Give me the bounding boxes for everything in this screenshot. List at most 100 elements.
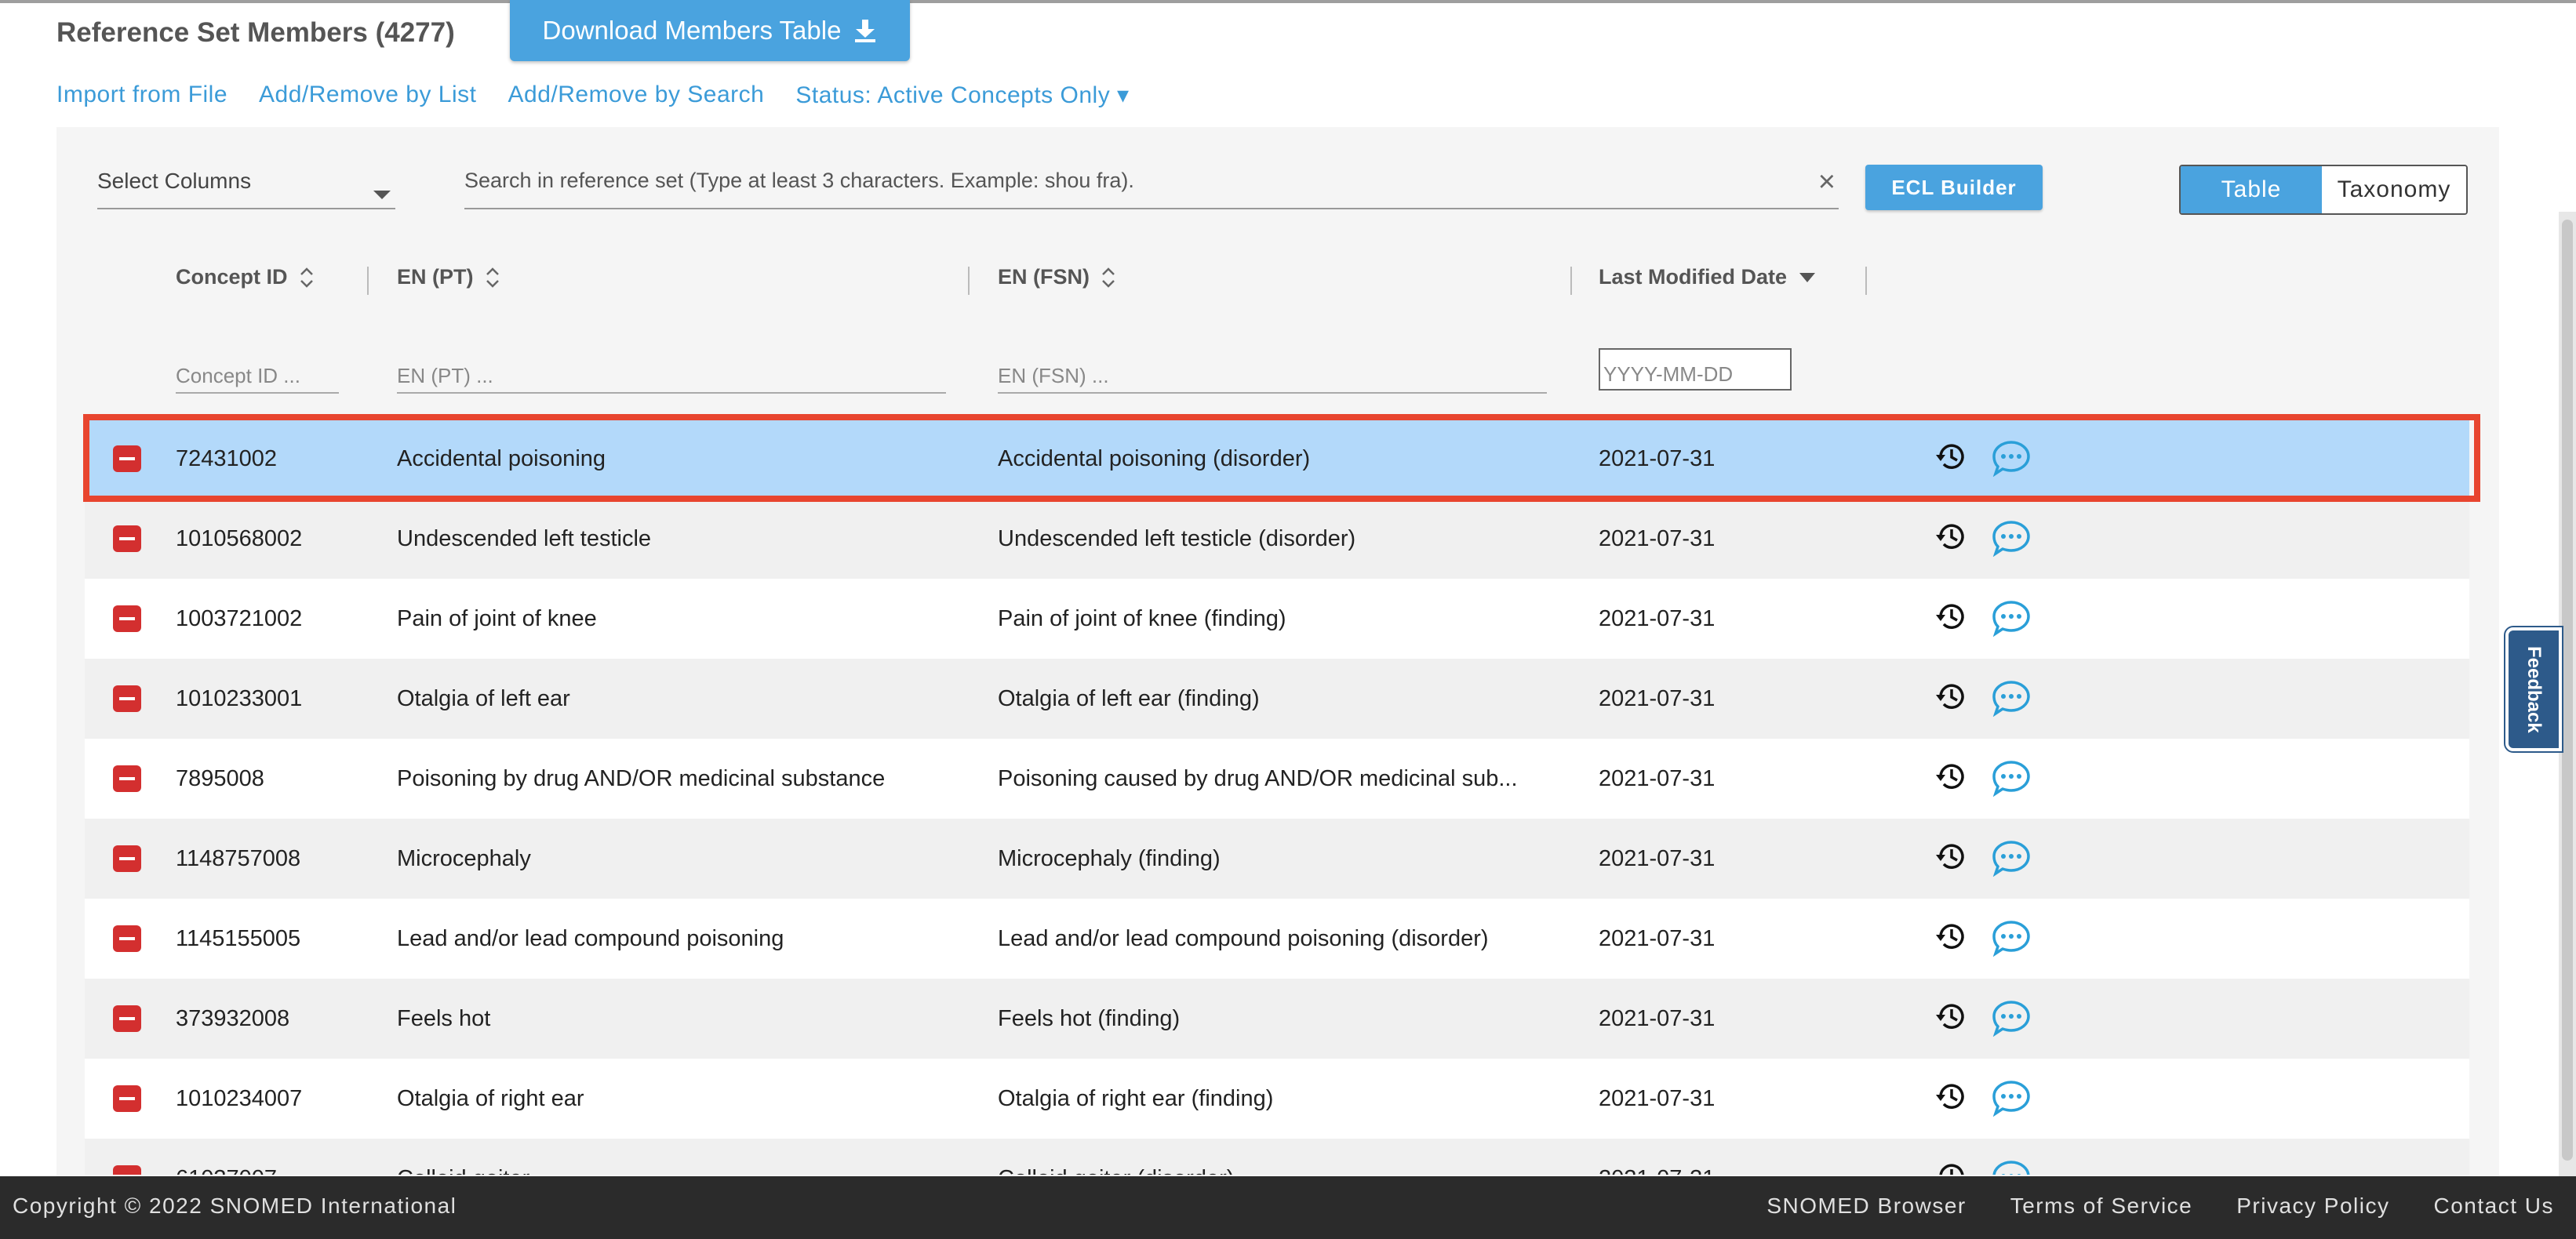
table-row[interactable]: 1010568002 Undescended left testicle Undes… <box>85 499 2469 580</box>
history-icon[interactable] <box>1934 1159 1969 1175</box>
last-modified-cell: 2021-07-31 <box>1599 925 1716 951</box>
comment-icon[interactable] <box>1991 1159 2032 1175</box>
refset-search-input[interactable]: Search in reference set (Type at least 3… <box>464 165 1839 209</box>
concept-id-cell[interactable]: 1010568002 <box>176 499 387 579</box>
snomed-browser-link[interactable]: SNOMED Browser <box>1766 1194 1966 1219</box>
column-header-concept-id[interactable]: Concept ID <box>176 265 315 289</box>
remove-icon[interactable] <box>113 1085 141 1112</box>
download-icon <box>855 20 876 42</box>
en-fsn-cell: Otalgia of right ear (finding) <box>998 1085 1274 1111</box>
last-modified-cell: 2021-07-31 <box>1599 1085 1716 1111</box>
table-row[interactable]: 1010233001 Otalgia of left ear Otalgia of … <box>85 659 2469 740</box>
en-fsn-filter-input[interactable]: EN (FSN) ... <box>998 364 1547 394</box>
filter-placeholder: EN (FSN) ... <box>998 364 1109 387</box>
en-pt-filter-input[interactable]: EN (PT) ... <box>397 364 946 394</box>
select-columns-label: Select Columns <box>97 169 252 193</box>
concept-id-cell[interactable]: 61037007 <box>176 1139 387 1175</box>
view-table-button[interactable]: Table <box>2181 166 2322 213</box>
column-divider[interactable] <box>1865 267 1867 295</box>
ecl-builder-button[interactable]: ECL Builder <box>1865 165 2043 210</box>
concept-id-cell[interactable]: 1010234007 <box>176 1059 387 1139</box>
concept-id-cell[interactable]: 7895008 <box>176 739 387 819</box>
table-row[interactable]: 1010234007 Otalgia of right ear Otalgia of… <box>85 1059 2469 1140</box>
search-placeholder: Search in reference set (Type at least 3… <box>464 169 1134 192</box>
remove-icon[interactable] <box>113 925 141 952</box>
filter-row: Concept ID ... EN (PT) ... EN (FSN) ... … <box>85 318 2469 419</box>
comment-icon[interactable] <box>1991 919 2032 963</box>
page-title: Reference Set Members (4277) <box>56 17 455 48</box>
table-header: Concept ID EN (PT) EN (FSN) Last Modifie… <box>85 242 2469 319</box>
column-header-en-pt[interactable]: EN (PT) <box>397 265 500 289</box>
view-toggle: Table Taxonomy <box>2179 165 2468 215</box>
concept-id-cell[interactable]: 1003721002 <box>176 579 387 659</box>
table-row[interactable]: 61037007 Colloid goiter Colloid goiter (di… <box>85 1139 2469 1175</box>
table-row[interactable]: 373932008 Feels hot Feels hot (finding) 202… <box>85 979 2469 1060</box>
remove-icon[interactable] <box>113 445 141 472</box>
add-remove-by-list-link[interactable]: Add/Remove by List <box>259 82 476 109</box>
status-filter-dropdown[interactable]: Status: Active Concepts Only ▾ <box>795 82 1129 109</box>
en-fsn-cell: Colloid goiter (disorder) <box>998 1139 1547 1175</box>
column-header-last-modified[interactable]: Last Modified Date <box>1599 265 1817 289</box>
comment-icon[interactable] <box>1991 999 2032 1043</box>
column-label: Concept ID <box>176 265 288 289</box>
history-icon[interactable] <box>1934 679 1969 720</box>
last-modified-cell: 2021-07-31 <box>1599 685 1716 711</box>
remove-icon[interactable] <box>113 525 141 552</box>
table-row[interactable]: 1145155005 Lead and/or lead compound pois… <box>85 899 2469 980</box>
history-icon[interactable] <box>1934 759 1969 800</box>
table-row[interactable]: 1003721002 Pain of joint of knee Pain of j… <box>85 579 2469 660</box>
remove-icon[interactable] <box>113 1005 141 1032</box>
sort-icon <box>486 267 499 288</box>
table-row[interactable]: 72431002 Accidental poisoning Accidental p… <box>85 419 2469 500</box>
history-icon[interactable] <box>1934 599 1969 640</box>
table-row[interactable]: 7895008 Poisoning by drug AND/OR medicina… <box>85 739 2469 820</box>
comment-icon[interactable] <box>1991 1079 2032 1123</box>
download-members-button[interactable]: Download Members Table <box>510 0 910 61</box>
terms-of-service-link[interactable]: Terms of Service <box>2010 1194 2193 1219</box>
comment-icon[interactable] <box>1991 679 2032 723</box>
view-taxonomy-button[interactable]: Taxonomy <box>2322 166 2466 213</box>
concept-id-cell[interactable]: 1145155005 <box>176 899 387 979</box>
privacy-policy-link[interactable]: Privacy Policy <box>2236 1194 2389 1219</box>
feedback-tab[interactable]: Feedback <box>2504 626 2563 753</box>
column-divider[interactable] <box>1570 267 1572 295</box>
remove-icon[interactable] <box>113 765 141 792</box>
column-divider[interactable] <box>367 267 369 295</box>
comment-icon[interactable] <box>1991 599 2032 643</box>
date-filter-input[interactable]: YYYY-MM-DD <box>1599 348 1792 391</box>
comment-icon[interactable] <box>1991 839 2032 883</box>
concept-id-filter-input[interactable]: Concept ID ... <box>176 364 339 394</box>
concept-id-cell[interactable]: 373932008 <box>176 979 387 1059</box>
comment-icon[interactable] <box>1991 759 2032 803</box>
history-icon[interactable] <box>1934 439 1969 480</box>
clear-icon[interactable]: × <box>1818 165 1836 199</box>
remove-icon[interactable] <box>113 1165 141 1175</box>
history-icon[interactable] <box>1934 919 1969 960</box>
comment-icon[interactable] <box>1991 439 2032 483</box>
column-header-en-fsn[interactable]: EN (FSN) <box>998 265 1116 289</box>
en-pt-cell: Poisoning by drug AND/OR medicinal subst… <box>397 765 886 791</box>
footer: Copyright © 2022 SNOMED International SN… <box>0 1176 2576 1239</box>
remove-icon[interactable] <box>113 845 141 872</box>
contact-us-link[interactable]: Contact Us <box>2434 1194 2555 1219</box>
concept-id-cell[interactable]: 72431002 <box>176 419 387 499</box>
table-row[interactable]: 1148757008 Microcephaly Microcephaly (find… <box>85 819 2469 900</box>
import-from-file-link[interactable]: Import from File <box>56 82 227 109</box>
remove-icon[interactable] <box>113 605 141 632</box>
en-pt-cell: Otalgia of right ear <box>397 1085 584 1111</box>
history-icon[interactable] <box>1934 519 1969 560</box>
add-remove-by-search-link[interactable]: Add/Remove by Search <box>508 82 765 109</box>
en-fsn-cell: Otalgia of left ear (finding) <box>998 685 1260 711</box>
concept-id-cell[interactable]: 1010233001 <box>176 659 387 739</box>
comment-icon[interactable] <box>1991 519 2032 563</box>
column-divider[interactable] <box>968 267 970 295</box>
scrollbar-thumb[interactable] <box>2562 220 2573 1161</box>
select-columns-dropdown[interactable]: Select Columns <box>97 169 395 209</box>
en-pt-cell: Colloid goiter <box>397 1139 977 1175</box>
history-icon[interactable] <box>1934 839 1969 880</box>
remove-icon[interactable] <box>113 685 141 712</box>
concept-id-cell[interactable]: 1148757008 <box>176 819 387 899</box>
filter-placeholder: YYYY-MM-DD <box>1603 362 1734 386</box>
history-icon[interactable] <box>1934 1079 1969 1120</box>
history-icon[interactable] <box>1934 999 1969 1040</box>
